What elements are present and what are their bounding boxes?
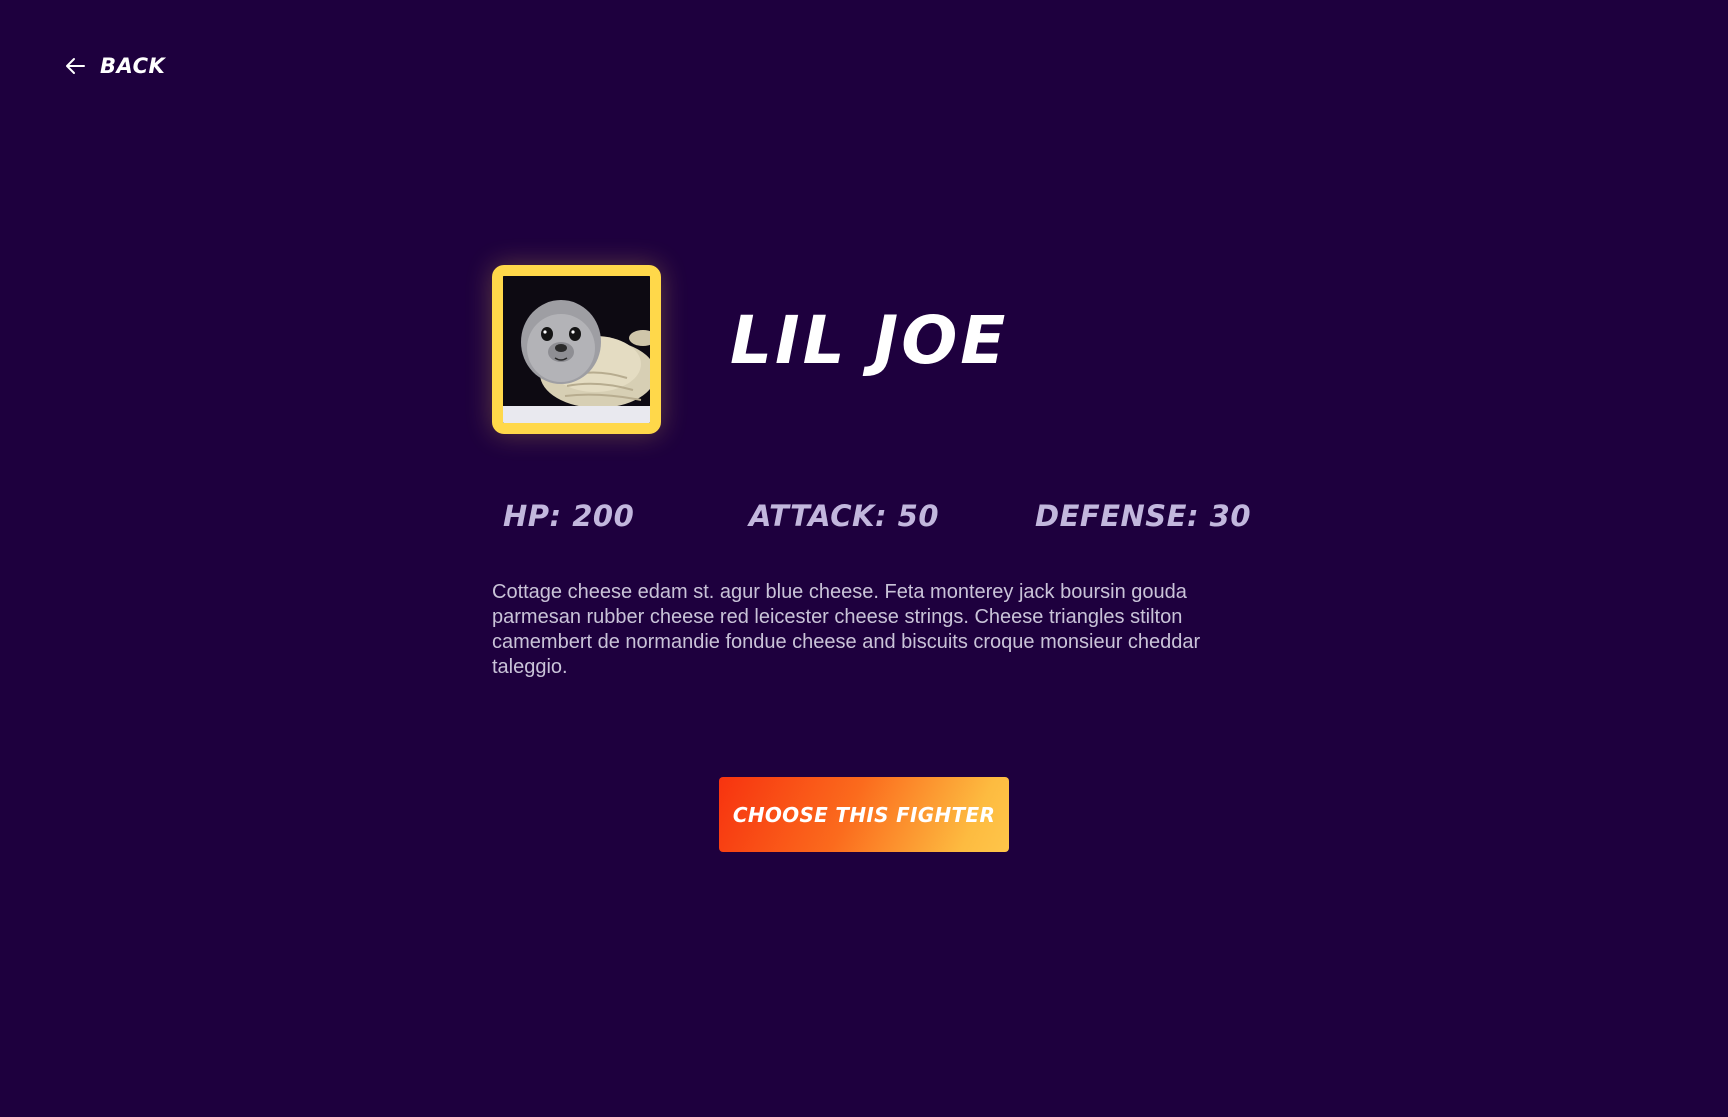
back-label: Back bbox=[100, 54, 166, 78]
stat-hp: HP: 200 bbox=[503, 499, 635, 533]
seal-pup-photo bbox=[503, 276, 650, 423]
fighter-portrait bbox=[492, 265, 661, 434]
fighter-name: Lil Joe bbox=[730, 302, 1009, 379]
fighter-description: Cottage cheese edam st. agur blue cheese… bbox=[492, 581, 1201, 678]
stat-attack: Attack: 50 bbox=[749, 499, 940, 533]
stat-defense: Defense: 30 bbox=[1035, 499, 1252, 533]
back-link[interactable]: Back bbox=[64, 54, 165, 78]
choose-fighter-button[interactable]: Choose this fighter bbox=[719, 777, 1009, 852]
arrow-left-icon bbox=[64, 57, 86, 75]
